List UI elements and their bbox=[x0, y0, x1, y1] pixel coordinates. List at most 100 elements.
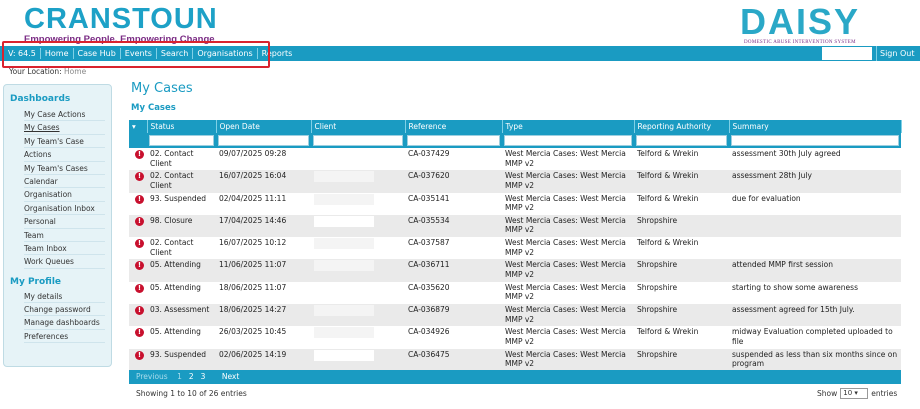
next-button[interactable]: Next bbox=[222, 372, 239, 381]
sort-toggle[interactable]: ▾ bbox=[129, 120, 148, 133]
reference-cell[interactable]: CA-037620 bbox=[405, 170, 502, 193]
type-cell: West Mercia Cases: West Mercia MMP v2 bbox=[502, 192, 634, 215]
sidebar-item-team[interactable]: Team bbox=[24, 229, 105, 242]
table-row[interactable]: ! 02. Contact Client 16/07/2025 10:12 CA-03… bbox=[129, 237, 901, 260]
table-row[interactable]: ! 05. Attending 18/06/2025 11:07 CA-035620 W… bbox=[129, 281, 901, 305]
table-body: ! 02. Contact Client 09/07/2025 09:28 CA-03… bbox=[129, 148, 901, 371]
nav-search-input[interactable] bbox=[822, 47, 872, 60]
client-cell bbox=[311, 259, 405, 282]
sidebar: Dashboards My Case Actions My Cases My Tea… bbox=[3, 84, 112, 367]
filter-status-input[interactable] bbox=[149, 134, 214, 146]
column-header-status[interactable]: Status bbox=[147, 120, 217, 133]
sidebar-item-team-inbox[interactable]: Team Inbox bbox=[24, 242, 105, 256]
alert-icon: ! bbox=[135, 216, 144, 226]
table-row[interactable]: ! 98. Closure 17/04/2025 14:46 CA-035534 Wes… bbox=[129, 214, 901, 238]
product-subtitle: DOMESTIC ABUSE INTERVENTION SYSTEM bbox=[744, 40, 856, 45]
table-row[interactable]: ! 05. Attending 26/03/2025 10:45 CA-034926 W… bbox=[129, 326, 901, 349]
client-cell bbox=[311, 170, 405, 193]
status-cell: 98. Closure bbox=[147, 214, 216, 238]
page-3-button[interactable]: 3 bbox=[201, 372, 206, 381]
table-row[interactable]: ! 05. Attending 11/06/2025 11:07 CA-036711 W… bbox=[129, 259, 901, 282]
filter-summary-input[interactable] bbox=[731, 134, 899, 146]
column-header-summary[interactable]: Summary bbox=[729, 120, 902, 133]
table-row[interactable]: ! 02. Contact Client 09/07/2025 09:28 CA-03… bbox=[129, 148, 901, 171]
page-1-button[interactable]: 1 bbox=[177, 372, 182, 381]
sign-out-link[interactable]: Sign Out bbox=[876, 46, 915, 61]
pagination: Previous 123 Next bbox=[129, 370, 901, 384]
reference-cell[interactable]: CA-037429 bbox=[405, 148, 502, 171]
reference-cell[interactable]: CA-036711 bbox=[405, 259, 502, 282]
sidebar-profile-change-password[interactable]: Change password bbox=[24, 303, 105, 317]
open-date-cell: 16/07/2025 10:12 bbox=[216, 237, 311, 260]
sidebar-profile-manage-dashboards[interactable]: Manage dashboards bbox=[24, 316, 105, 330]
row-icon-cell: ! bbox=[129, 326, 147, 349]
sidebar-item-organisation[interactable]: Organisation bbox=[24, 188, 105, 202]
status-cell: 02. Contact Client bbox=[147, 148, 216, 171]
filter-spacer bbox=[129, 133, 147, 148]
table-row[interactable]: ! 02. Contact Client 16/07/2025 16:04 CA-03… bbox=[129, 170, 901, 193]
table-row[interactable]: ! 93. Suspended 02/04/2025 11:11 CA-035141 W… bbox=[129, 192, 901, 215]
previous-button[interactable]: Previous bbox=[136, 372, 168, 381]
filter-client-input[interactable] bbox=[313, 134, 403, 146]
page-size-select[interactable]: 10 ▾ bbox=[840, 388, 869, 399]
open-date-cell: 26/03/2025 10:45 bbox=[216, 326, 311, 349]
reference-cell[interactable]: CA-035141 bbox=[405, 192, 502, 215]
location-home-link[interactable]: Home bbox=[64, 67, 86, 76]
sidebar-item-organisation-inbox[interactable]: Organisation Inbox bbox=[24, 202, 105, 216]
client-redacted bbox=[314, 193, 374, 205]
type-cell: West Mercia Cases: West Mercia MMP v2 bbox=[502, 148, 634, 171]
open-date-cell: 02/04/2025 11:11 bbox=[216, 192, 311, 215]
sidebar-item-work-queues[interactable]: Work Queues bbox=[24, 255, 105, 269]
reference-cell[interactable]: CA-035620 bbox=[405, 281, 502, 305]
reference-cell[interactable]: CA-037587 bbox=[405, 237, 502, 260]
row-icon-cell: ! bbox=[129, 237, 147, 260]
alert-icon: ! bbox=[135, 283, 144, 293]
filter-cell bbox=[502, 133, 634, 148]
daisy-logo[interactable]: DAISY DOMESTIC ABUSE INTERVENTION SYSTEM bbox=[740, 4, 885, 46]
cases-table: ▾ Status Open Date Client Reference Type Repo… bbox=[129, 120, 902, 371]
product-name: DAISY bbox=[740, 1, 861, 42]
cranstoun-logo[interactable]: CRANSTOUN Empowering People. Empowering … bbox=[24, 4, 218, 45]
table-row[interactable]: ! 93. Suspended 02/06/2025 14:19 CA-036475 W… bbox=[129, 348, 901, 371]
row-icon-cell: ! bbox=[129, 304, 147, 327]
reference-cell[interactable]: CA-035534 bbox=[405, 214, 502, 238]
client-cell bbox=[311, 192, 405, 215]
summary-cell: suspended as less than six months since … bbox=[729, 348, 901, 371]
filter-reporting-authority-input[interactable] bbox=[636, 134, 727, 146]
client-cell bbox=[311, 214, 405, 238]
column-header-client[interactable]: Client bbox=[311, 120, 406, 133]
sidebar-item-my-cases[interactable]: My Cases bbox=[24, 121, 105, 135]
row-icon-cell: ! bbox=[129, 214, 147, 238]
page-2-button[interactable]: 2 bbox=[189, 372, 194, 381]
column-header-type[interactable]: Type bbox=[502, 120, 635, 133]
column-header-reference[interactable]: Reference bbox=[405, 120, 503, 133]
filter-type-input[interactable] bbox=[504, 134, 632, 146]
table-row[interactable]: ! 03. Assessment 18/06/2025 14:27 CA-036879… bbox=[129, 304, 901, 327]
authority-cell: Shropshire bbox=[634, 259, 729, 282]
sidebar-item-my-team-s-case[interactable]: My Team's Case bbox=[24, 135, 105, 149]
reference-cell[interactable]: CA-034926 bbox=[405, 326, 502, 349]
column-header-reporting-authority[interactable]: Reporting Authority bbox=[634, 120, 730, 133]
sidebar-item-my-case-actions[interactable]: My Case Actions bbox=[24, 108, 105, 122]
sidebar-item-actions[interactable]: Actions bbox=[24, 148, 105, 162]
filter-open-date-input[interactable] bbox=[218, 134, 309, 146]
dashboards-heading: Dashboards bbox=[10, 94, 71, 104]
sidebar-profile-my-details[interactable]: My details bbox=[24, 290, 105, 304]
type-cell: West Mercia Cases: West Mercia MMP v2 bbox=[502, 348, 634, 371]
alert-icon: ! bbox=[135, 261, 144, 271]
sidebar-profile-preferences[interactable]: Preferences bbox=[24, 330, 105, 344]
sidebar-item-calendar[interactable]: Calendar bbox=[24, 175, 105, 189]
reference-cell[interactable]: CA-036475 bbox=[405, 348, 502, 371]
sidebar-item-my-team-s-cases[interactable]: My Team's Cases bbox=[24, 162, 105, 175]
filter-reference-input[interactable] bbox=[407, 134, 500, 146]
type-cell: West Mercia Cases: West Mercia MMP v2 bbox=[502, 281, 634, 305]
authority-cell: Shropshire bbox=[634, 214, 729, 238]
open-date-cell: 09/07/2025 09:28 bbox=[216, 148, 311, 171]
client-cell bbox=[311, 348, 405, 371]
client-cell bbox=[311, 281, 405, 305]
sidebar-item-personal[interactable]: Personal bbox=[24, 215, 105, 229]
type-cell: West Mercia Cases: West Mercia MMP v2 bbox=[502, 259, 634, 282]
page-numbers: 123 bbox=[177, 372, 212, 381]
column-header-open-date[interactable]: Open Date bbox=[216, 120, 312, 133]
reference-cell[interactable]: CA-036879 bbox=[405, 304, 502, 327]
